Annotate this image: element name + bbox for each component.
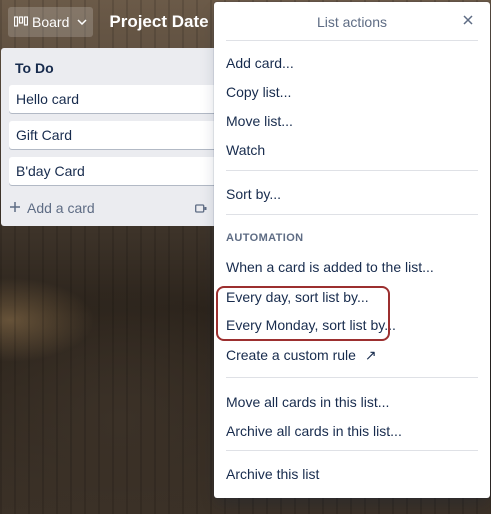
menu-item-archive-all-cards[interactable]: Archive all cards in this list...	[226, 423, 402, 439]
divider	[226, 170, 478, 171]
list-title[interactable]: To Do	[15, 60, 54, 76]
board-title[interactable]: Project Date	[109, 12, 208, 32]
popover-title: List actions	[316, 14, 388, 30]
divider	[226, 377, 478, 378]
automation-section-label: AUTOMATION	[226, 232, 304, 244]
card[interactable]: B'day Card	[9, 157, 217, 185]
menu-item-add-card[interactable]: Add card...	[226, 55, 294, 71]
card[interactable]: Hello card	[9, 85, 217, 113]
board-icon	[14, 16, 28, 28]
menu-item-when-card-added[interactable]: When a card is added to the list...	[226, 259, 434, 275]
close-icon[interactable]	[458, 10, 478, 30]
list-to-do: To Do Hello card Gift Card B'day Card Ad…	[1, 48, 217, 226]
divider	[226, 214, 478, 215]
board-switch-label: Board	[32, 14, 70, 30]
highlight-outline	[216, 286, 390, 341]
add-card-label: Add a card	[27, 200, 95, 216]
menu-item-archive-list[interactable]: Archive this list	[226, 466, 319, 482]
menu-item-create-custom-rule[interactable]: Create a custom rule ↗	[226, 347, 377, 364]
plus-icon	[9, 200, 21, 216]
menu-item-copy-list[interactable]: Copy list...	[226, 84, 291, 100]
list-actions-popover: List actions Add card... Copy list... Mo…	[214, 2, 490, 498]
board-view-switcher[interactable]: Board	[8, 7, 94, 37]
card-template-icon[interactable]	[195, 201, 207, 219]
chevron-down-icon	[77, 19, 87, 25]
divider	[226, 40, 478, 41]
menu-item-move-all-cards[interactable]: Move all cards in this list...	[226, 394, 389, 410]
external-link-icon: ↗	[364, 347, 377, 363]
divider	[226, 450, 478, 451]
menu-item-sort-by[interactable]: Sort by...	[226, 186, 281, 202]
menu-item-move-list[interactable]: Move list...	[226, 113, 293, 129]
custom-rule-label: Create a custom rule	[226, 347, 356, 363]
add-card-button[interactable]: Add a card	[9, 196, 95, 220]
card[interactable]: Gift Card	[9, 121, 217, 149]
menu-item-watch[interactable]: Watch	[226, 142, 265, 158]
